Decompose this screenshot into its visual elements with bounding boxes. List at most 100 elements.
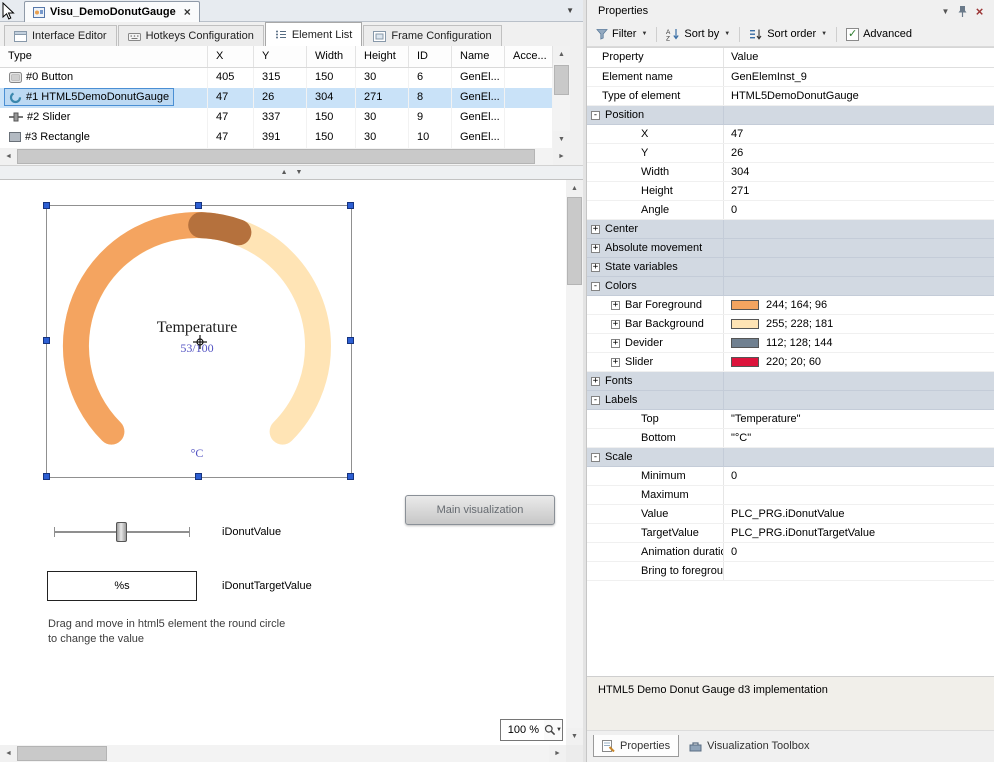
property-group-row[interactable]: +State variables (587, 258, 994, 277)
column-header-access[interactable]: Acce... (505, 46, 553, 67)
resize-handle-se[interactable] (347, 473, 354, 480)
column-header-y[interactable]: Y (254, 46, 307, 67)
scrollbar-thumb[interactable] (567, 197, 582, 285)
tab-interface-editor[interactable]: Interface Editor (4, 25, 117, 46)
element-row-slider[interactable]: #2 Slider 47 337 150 30 9 GenEl... (0, 108, 553, 128)
property-group-row[interactable]: -Labels (587, 391, 994, 410)
collapse-icon[interactable]: - (591, 453, 600, 462)
scrollbar-track[interactable] (553, 63, 570, 131)
column-header-x[interactable]: X (208, 46, 254, 67)
scrollbar-thumb[interactable] (554, 65, 569, 95)
gauge-drag-handle[interactable] (201, 225, 238, 232)
scrollbar-thumb[interactable] (17, 149, 535, 164)
resize-handle-n[interactable] (195, 202, 202, 209)
element-row-rectangle[interactable]: #3 Rectangle 47 391 150 30 10 GenEl... (0, 128, 553, 148)
column-header-name[interactable]: Name (452, 46, 505, 67)
scroll-down-icon[interactable]: ▼ (566, 728, 583, 745)
tab-element-list[interactable]: Element List (265, 22, 363, 46)
panel-close-icon[interactable]: × (971, 4, 988, 19)
visualization-canvas[interactable]: Temperature 53/100 °C Main visualization (0, 180, 566, 745)
property-row[interactable]: Minimum 0 (587, 467, 994, 486)
scroll-right-icon[interactable]: ► (549, 745, 566, 762)
scroll-down-icon[interactable]: ▼ (553, 131, 570, 148)
color-swatch[interactable] (731, 357, 759, 367)
property-row[interactable]: Maximum (587, 486, 994, 505)
property-row[interactable]: Top "Temperature" (587, 410, 994, 429)
resize-handle-sw[interactable] (43, 473, 50, 480)
resize-handle-e[interactable] (347, 337, 354, 344)
expand-icon[interactable]: + (611, 320, 620, 329)
property-column-header[interactable]: Property (587, 48, 724, 67)
column-header-width[interactable]: Width (307, 46, 356, 67)
property-row[interactable]: TargetValue PLC_PRG.iDonutTargetValue (587, 524, 994, 543)
property-row[interactable]: Height 271 (587, 182, 994, 201)
property-row[interactable]: Y 26 (587, 144, 994, 163)
scroll-up-icon[interactable]: ▲ (566, 180, 583, 197)
tab-properties[interactable]: Properties (593, 735, 679, 757)
tab-frame-configuration[interactable]: Frame Configuration (363, 25, 501, 46)
value-column-header[interactable]: Value (724, 48, 758, 67)
column-header-type[interactable]: Type (0, 46, 208, 67)
canvas-hscrollbar[interactable]: ◄ ► (0, 745, 566, 762)
property-row[interactable]: Element name GenElemInst_9 (587, 68, 994, 87)
document-tab[interactable]: Visu_DemoDonutGauge × (24, 1, 200, 22)
expand-icon[interactable]: + (591, 263, 600, 272)
property-row[interactable]: Value PLC_PRG.iDonutValue (587, 505, 994, 524)
expand-icon[interactable]: + (611, 301, 620, 310)
collapse-icon[interactable]: - (591, 396, 600, 405)
column-header-id[interactable]: ID (409, 46, 452, 67)
selected-gauge-element[interactable]: Temperature 53/100 °C (47, 206, 351, 477)
color-swatch[interactable] (731, 338, 759, 348)
scroll-up-icon[interactable]: ▲ (553, 46, 570, 63)
property-row[interactable]: Bring to foreground (587, 562, 994, 581)
advanced-checkbox[interactable]: ✓ Advanced (844, 27, 914, 42)
checkbox[interactable]: ✓ (846, 28, 859, 41)
resize-handle-nw[interactable] (43, 202, 50, 209)
zoom-level-input[interactable]: 100 % (500, 719, 545, 741)
collapse-icon[interactable]: - (591, 282, 600, 291)
property-row-color[interactable]: +Slider 220; 20; 60 (587, 353, 994, 372)
property-row-color[interactable]: +Bar Foreground 244; 164; 96 (587, 296, 994, 315)
scrollbar-track[interactable] (566, 197, 583, 728)
property-row[interactable]: Angle 0 (587, 201, 994, 220)
property-group-row[interactable]: +Fonts (587, 372, 994, 391)
tab-hotkeys-configuration[interactable]: Hotkeys Configuration (118, 25, 264, 46)
splitter-collapse-up-icon[interactable]: ▲ (281, 169, 288, 176)
property-group-row[interactable]: -Scale (587, 448, 994, 467)
zoom-menu-button[interactable]: ▼ (544, 719, 563, 741)
property-group-row[interactable]: -Position (587, 106, 994, 125)
target-value-textbox[interactable]: %s (47, 571, 197, 601)
element-row-donut-gauge[interactable]: #1 HTML5DemoDonutGauge 47 26 304 271 8 G… (0, 88, 553, 108)
resize-handle-w[interactable] (43, 337, 50, 344)
property-row[interactable]: Bottom "°C" (587, 429, 994, 448)
element-row-button[interactable]: #0 Button 405 315 150 30 6 GenEl... (0, 68, 553, 88)
scrollbar-track[interactable] (17, 745, 549, 762)
property-row[interactable]: Animation duration 0 (587, 543, 994, 562)
splitter-collapse-down-icon[interactable]: ▼ (296, 169, 303, 176)
resize-handle-s[interactable] (195, 473, 202, 480)
main-visualization-button[interactable]: Main visualization (405, 495, 555, 525)
property-row[interactable]: Width 304 (587, 163, 994, 182)
expand-icon[interactable]: + (591, 377, 600, 386)
sort-by-button[interactable]: AZ Sort by ▼ (664, 27, 732, 42)
panel-menu-icon[interactable]: ▼ (937, 4, 954, 19)
column-header-height[interactable]: Height (356, 46, 409, 67)
expand-icon[interactable]: + (611, 339, 620, 348)
color-swatch[interactable] (731, 319, 759, 329)
element-list-hscrollbar[interactable]: ◄ ► (0, 148, 570, 165)
resize-handle-ne[interactable] (347, 202, 354, 209)
property-row[interactable]: X 47 (587, 125, 994, 144)
canvas-vscrollbar[interactable]: ▲ ▼ (566, 180, 583, 745)
scrollbar-thumb[interactable] (17, 746, 107, 761)
collapse-icon[interactable]: - (591, 111, 600, 120)
color-swatch[interactable] (731, 300, 759, 310)
property-row[interactable]: Type of element HTML5DemoDonutGauge (587, 87, 994, 106)
expand-icon[interactable]: + (591, 225, 600, 234)
property-group-row[interactable]: +Center (587, 220, 994, 239)
tab-visualization-toolbox[interactable]: Visualization Toolbox (681, 735, 817, 757)
element-list-vscrollbar[interactable]: ▲ ▼ (553, 46, 570, 148)
sort-order-button[interactable]: Sort order ▼ (747, 27, 829, 42)
scroll-left-icon[interactable]: ◄ (0, 745, 17, 762)
filter-button[interactable]: Filter ▼ (594, 27, 649, 41)
property-group-row[interactable]: -Colors (587, 277, 994, 296)
